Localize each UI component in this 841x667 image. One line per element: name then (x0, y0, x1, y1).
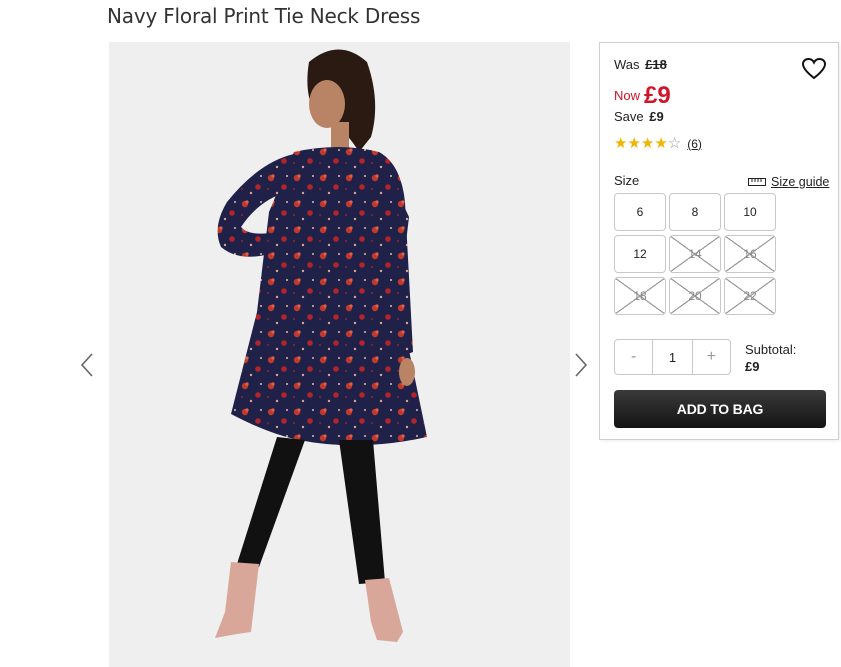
chevron-left-icon[interactable] (80, 352, 94, 378)
size-option[interactable]: 12 (614, 235, 666, 273)
size-option[interactable]: 10 (724, 193, 776, 231)
was-price: Was £18 (614, 57, 667, 72)
product-title: Navy Floral Print Tie Neck Dress (107, 4, 421, 28)
size-option-unavailable: 14 (669, 235, 721, 273)
ruler-icon (748, 178, 766, 186)
rating: ★ ★ ★ ★ ☆ (6) (614, 136, 702, 151)
now-price-value: £9 (644, 82, 671, 109)
add-to-bag-button[interactable]: ADD TO BAG (614, 390, 826, 428)
purchase-panel: Was £18 Now £9 Save £9 ★ ★ ★ ★ ☆ (6) Size… (599, 42, 839, 440)
subtotal-amount: £9 (745, 359, 760, 374)
was-label: Was (614, 57, 640, 72)
size-options: 6 8 10 12 14 16 18 20 22 (614, 193, 776, 315)
size-option-unavailable: 16 (724, 235, 776, 273)
product-image (109, 42, 570, 667)
size-guide-link[interactable]: Size guide (748, 175, 829, 189)
subtotal: Subtotal: £9 (745, 341, 796, 375)
size-option-unavailable: 18 (614, 277, 666, 315)
size-option[interactable]: 6 (614, 193, 666, 231)
subtotal-label: Subtotal: (745, 342, 797, 357)
save-amount-value: £9 (649, 109, 664, 124)
star-filled-icon: ★ (654, 135, 668, 152)
star-empty-icon: ☆ (667, 135, 682, 152)
star-filled-icon: ★ (614, 135, 628, 152)
save-label: Save (614, 109, 644, 124)
star-filled-icon: ★ (627, 135, 641, 152)
now-label: Now (614, 88, 641, 103)
was-price-value: £18 (645, 57, 667, 72)
size-option-unavailable: 22 (724, 277, 776, 315)
quantity-increase-button[interactable]: + (693, 340, 730, 374)
now-price: Now £9 (614, 79, 671, 109)
quantity-decrease-button[interactable]: - (615, 340, 652, 374)
heart-icon[interactable] (801, 57, 827, 81)
size-option-unavailable: 20 (669, 277, 721, 315)
review-count-link[interactable]: (6) (687, 137, 702, 151)
quantity-input[interactable]: 1 (652, 340, 693, 374)
size-option[interactable]: 8 (669, 193, 721, 231)
chevron-right-icon[interactable] (574, 352, 588, 378)
size-label: Size (614, 173, 640, 188)
quantity-stepper: - 1 + (614, 339, 731, 375)
star-filled-icon: ★ (640, 135, 655, 152)
size-guide-label: Size guide (771, 175, 830, 189)
save-amount: Save £9 (614, 109, 664, 124)
